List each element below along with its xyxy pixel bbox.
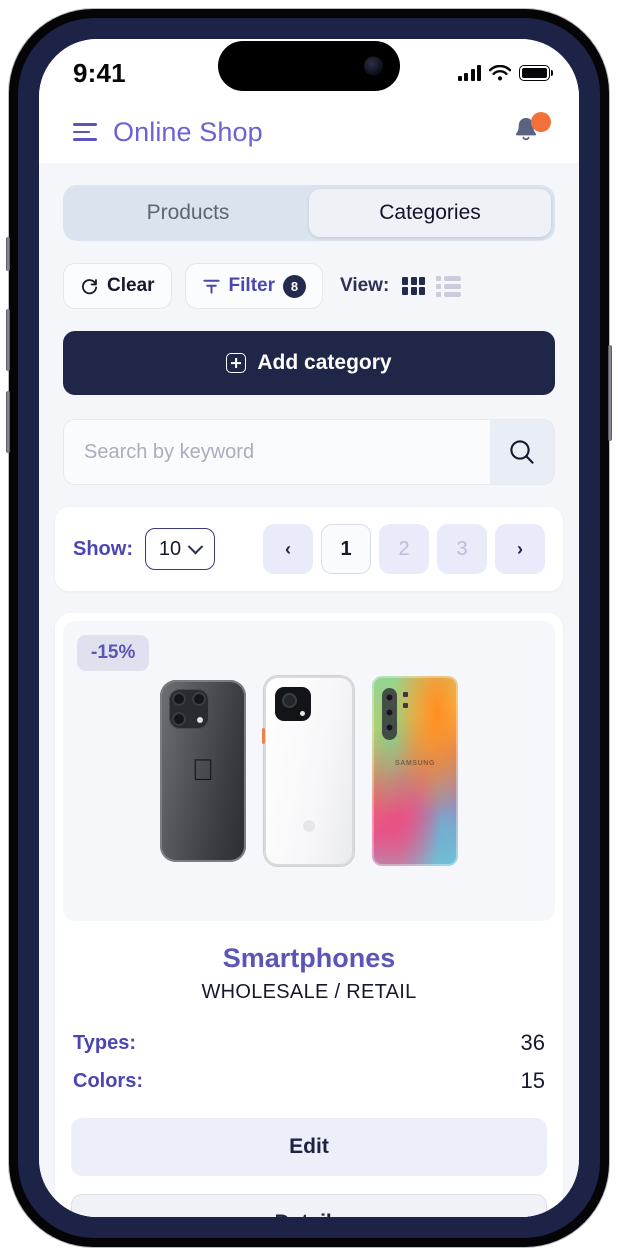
tab-products[interactable]: Products	[67, 189, 309, 237]
power-button-accent	[262, 728, 265, 744]
wifi-icon	[489, 65, 511, 81]
clear-button[interactable]: Clear	[63, 263, 172, 309]
power-button[interactable]	[608, 345, 612, 441]
plus-square-icon	[226, 353, 247, 373]
notifications-button[interactable]	[511, 112, 553, 152]
apple-logo-icon: 	[192, 756, 215, 786]
status-bar-indicators	[457, 59, 553, 81]
search-bar	[63, 419, 555, 485]
sensor-icon	[403, 703, 408, 708]
filter-count-badge: 8	[282, 274, 306, 298]
tab-bar: Products Categories	[63, 185, 555, 241]
spec-key: Types:	[73, 1031, 136, 1054]
details-button[interactable]: Details	[71, 1194, 547, 1217]
view-label: View:	[339, 275, 390, 296]
volume-down-button[interactable]	[6, 391, 10, 453]
spec-value: 15	[520, 1068, 545, 1093]
category-title: Smartphones	[222, 943, 396, 973]
spec-row: Colors: 15	[73, 1062, 545, 1100]
spec-key: Colors:	[73, 1069, 143, 1092]
list-view-icon[interactable]	[436, 275, 462, 297]
iphone-space-gray-image: 	[160, 680, 246, 862]
category-image: -15% 	[63, 621, 555, 921]
status-bar-clock: 9:41	[73, 57, 126, 88]
device-inner-bezel: 9:41 Online Shop Products Categories Cle…	[18, 18, 600, 1238]
pixel-white-image	[262, 676, 354, 866]
status-bar: 9:41	[39, 39, 579, 101]
phone-device-frame: 9:41 Online Shop Products Categories Cle…	[6, 9, 612, 1247]
add-category-label: Add category	[257, 351, 392, 374]
show-label: Show:	[73, 537, 133, 560]
pagination-page-1[interactable]: 1	[321, 524, 371, 574]
toolbar: Clear Filter 8 View:	[63, 263, 555, 309]
cellular-signal-icon	[457, 65, 481, 81]
silent-switch[interactable]	[6, 237, 10, 271]
page-size-select[interactable]: 10	[145, 528, 215, 570]
galaxy-note-aura-image: SAMSUNG	[372, 676, 458, 866]
dynamic-island	[218, 41, 400, 91]
front-camera-icon	[364, 56, 383, 76]
refresh-icon	[82, 278, 98, 294]
battery-full-icon	[519, 65, 553, 81]
brand-logo-icon	[303, 820, 315, 832]
spec-value: 36	[520, 1030, 545, 1055]
samsung-brand-label: SAMSUNG	[395, 759, 435, 767]
category-card: -15% 	[55, 613, 563, 1217]
camera-module-icon	[169, 689, 209, 729]
discount-badge: -15%	[77, 635, 150, 671]
tab-categories[interactable]: Categories	[309, 189, 551, 237]
page-size-value: 10	[158, 537, 182, 560]
add-category-button[interactable]: Add category	[63, 331, 555, 395]
category-subtitle: WHOLESALE / RETAIL	[201, 981, 417, 1003]
category-specs: Types: 36 Colors: 15	[73, 1024, 545, 1100]
pagination-next[interactable]: ›	[495, 524, 545, 574]
hamburger-menu-icon[interactable]	[73, 123, 97, 141]
edit-button[interactable]: Edit	[71, 1118, 547, 1176]
camera-module-icon	[275, 687, 311, 721]
search-button[interactable]	[490, 420, 554, 484]
pagination-page-2[interactable]: 2	[379, 524, 429, 574]
pagination-prev[interactable]: ‹	[263, 524, 313, 574]
clear-button-label: Clear	[107, 275, 155, 296]
chevron-down-icon	[187, 538, 204, 554]
notification-dot	[531, 112, 551, 132]
flash-icon	[403, 692, 408, 697]
pagination-page-3[interactable]: 3	[437, 524, 487, 574]
pagination-bar: Show: 10 ‹ 1 2 3 ›	[55, 507, 563, 591]
spec-row: Types: 36	[73, 1024, 545, 1062]
funnel-icon	[202, 279, 220, 294]
filter-button[interactable]: Filter 8	[184, 263, 323, 309]
pagination-controls: ‹ 1 2 3 ›	[263, 524, 545, 574]
search-icon	[510, 440, 534, 464]
page-content: Products Categories Clear Filter 8 View:…	[39, 163, 579, 1217]
grid-view-icon[interactable]	[402, 276, 426, 296]
app-header: Online Shop	[39, 101, 579, 163]
page-title: Online Shop	[113, 116, 263, 147]
phone-screen: 9:41 Online Shop Products Categories Cle…	[39, 39, 579, 1217]
filter-button-label: Filter	[228, 275, 275, 296]
volume-up-button[interactable]	[6, 309, 10, 371]
view-toggle	[402, 275, 462, 297]
camera-module-icon	[382, 688, 397, 740]
search-input[interactable]	[64, 420, 490, 484]
